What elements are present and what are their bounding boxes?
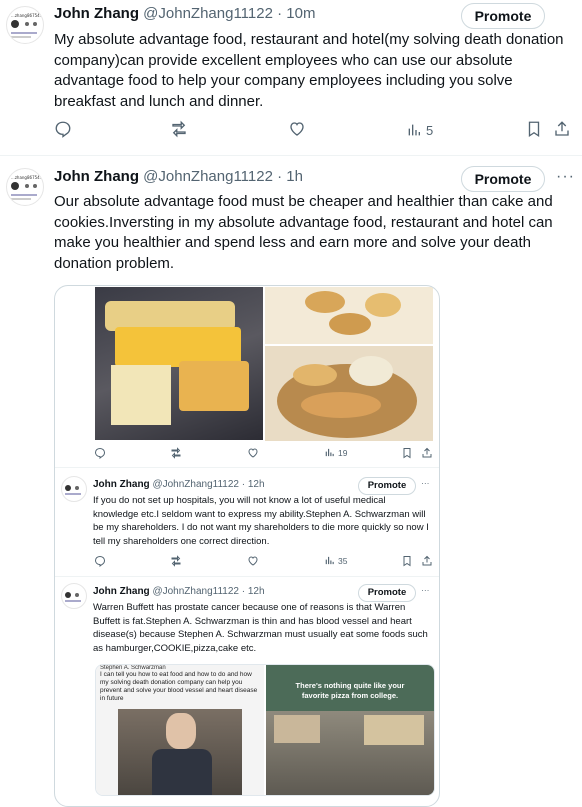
more-icon[interactable]: ··· [421,585,430,595]
tweet-1[interactable]: ...zhang86754... John Zhang @JohnZhang11… [0,0,582,156]
views-icon [325,556,334,565]
cake-image [95,287,263,440]
avatar[interactable]: ...zhang86754... [6,168,44,206]
reply-icon[interactable] [94,447,106,459]
views-stat[interactable]: 5 [406,122,433,138]
caption-text: I can tell you how to eat food and how t… [100,671,258,702]
avatar[interactable]: ...zhang86754... [6,6,44,44]
author-handle[interactable]: @JohnZhang11122 [143,5,273,22]
retweet-icon[interactable] [170,120,188,138]
avatar-text: ...zhang86754... [11,175,44,180]
reply-icon[interactable] [54,120,72,138]
pizza-image: There's nothing quite like your favorite… [266,665,434,795]
share-icon[interactable] [421,555,433,567]
tweet-text: Our absolute advantage food must be chea… [54,193,553,272]
bookmark-icon[interactable] [525,120,543,138]
author-handle[interactable]: @JohnZhang11122 [152,586,239,597]
author-name[interactable]: John Zhang [93,586,150,597]
avatar[interactable] [61,476,87,502]
bookmark-icon[interactable] [401,447,413,459]
views-icon [408,124,420,136]
timestamp[interactable]: 12h [248,479,265,490]
cookies-image [265,287,433,344]
like-icon[interactable] [288,120,306,138]
promote-button[interactable]: Promote [358,477,416,495]
avatar-text: ...zhang86754... [11,13,44,18]
cookies-basket-image [265,346,433,441]
tweet-media[interactable]: 19 John Zhang @JohnZhang11122 · 12h Prom… [54,285,440,807]
retweet-icon[interactable] [170,447,182,459]
promote-button[interactable]: Promote [358,584,416,602]
interview-image: Stephen A. Schwarzman I can tell you how… [96,665,264,795]
tweet-header: John Zhang @JohnZhang11122 · 1h [54,168,303,185]
timestamp[interactable]: 10m [286,5,315,22]
timestamp[interactable]: 1h [286,168,303,185]
views-count: 35 [338,555,348,566]
more-icon[interactable]: ··· [556,168,575,186]
views-icon [325,448,334,457]
author-handle[interactable]: @JohnZhang11122 [143,168,273,185]
timestamp[interactable]: 12h [248,586,265,597]
views-count: 19 [338,447,348,458]
inner-media[interactable]: Stephen A. Schwarzman I can tell you how… [95,664,435,796]
retweet-icon[interactable] [170,555,182,567]
bookmark-icon[interactable] [401,555,413,567]
author-name[interactable]: John Zhang [54,5,139,22]
like-icon[interactable] [247,555,259,567]
reply-icon[interactable] [94,555,106,567]
author-handle[interactable]: @JohnZhang11122 [152,479,239,490]
reply-text: Warren Buffett has prostate cancer becau… [93,602,428,654]
reply-text: If you do not set up hospitals, you will… [93,495,429,547]
views-stat[interactable]: 19 [324,447,347,458]
tweet-header: John Zhang @JohnZhang11122 · 10m [54,5,316,22]
tweet-actions: 5 [54,120,574,144]
tweet-text: My absolute advantage food, restaurant a… [54,31,564,110]
avatar[interactable] [61,583,87,609]
share-icon[interactable] [421,447,433,459]
share-icon[interactable] [553,120,571,138]
reply-header: John Zhang @JohnZhang11122 · 12h [93,479,265,490]
divider [0,155,582,156]
promote-button[interactable]: Promote [461,3,545,29]
reply-header: John Zhang @JohnZhang11122 · 12h [93,586,265,597]
pizza-caption: There's nothing quite like your favorite… [295,681,405,700]
author-name[interactable]: John Zhang [54,168,139,185]
like-icon[interactable] [247,447,259,459]
promote-button[interactable]: Promote [461,166,545,192]
views-stat[interactable]: 35 [324,555,347,566]
author-name[interactable]: John Zhang [93,479,150,490]
more-icon[interactable]: ··· [421,478,430,488]
views-count: 5 [426,122,434,138]
